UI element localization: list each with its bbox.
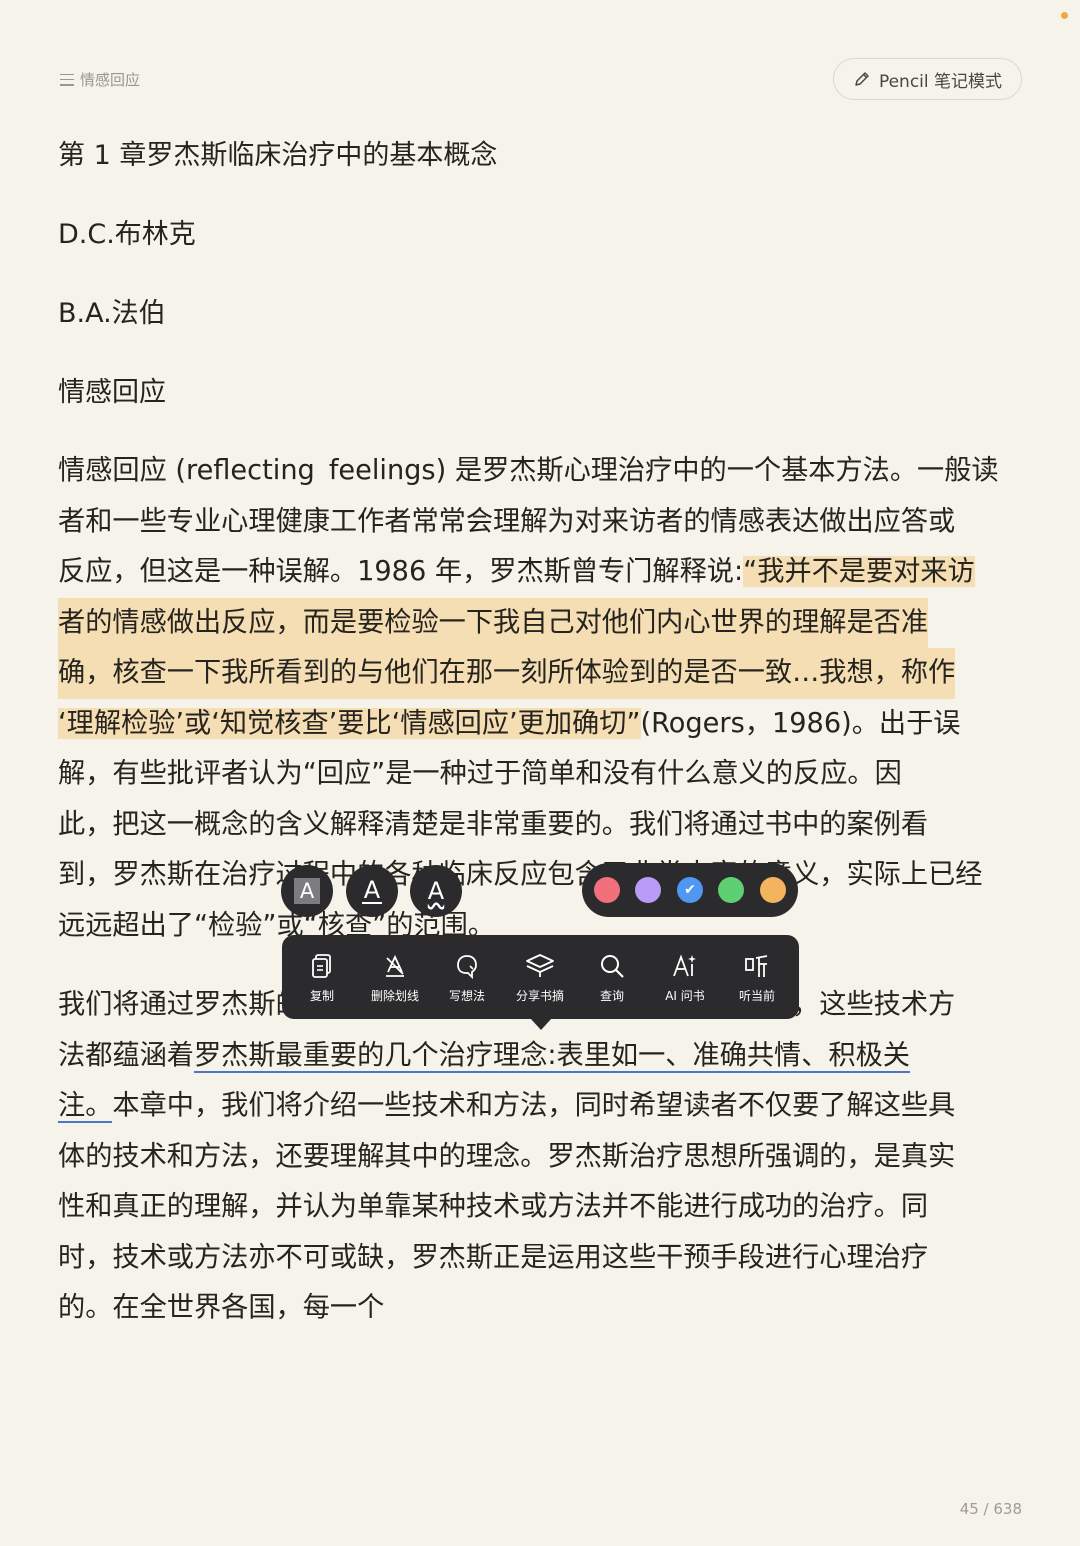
color-palette: ✔ bbox=[582, 863, 798, 917]
listen-icon bbox=[742, 951, 772, 981]
author-line-1: D.C.布林克 bbox=[58, 219, 196, 250]
thought-bubble-icon bbox=[452, 951, 482, 981]
text-line[interactable]: 情感回应 (reflecting feelings) 是罗杰斯心理治疗中的一个基本… bbox=[58, 446, 1016, 497]
underline-style-icon: A bbox=[361, 876, 383, 904]
highlighted-text: 者的情感做出反应，而是要检验一下我自己对他们内心世界的理解是否准 bbox=[58, 597, 929, 648]
toolbar-pointer bbox=[530, 1018, 552, 1030]
text-line[interactable]: 注。本章中，我们将介绍一些技术和方法，同时希望读者不仅要了解这些具 bbox=[58, 1081, 1016, 1132]
color-swatch-purple[interactable] bbox=[635, 877, 661, 903]
delete-underline-icon bbox=[380, 951, 410, 981]
text-line[interactable]: 的。在全世界各国，每一个 bbox=[58, 1283, 1016, 1334]
text-line[interactable]: 体的技术和方法，还要理解其中的理念。罗杰斯治疗思想所强调的，是真实 bbox=[58, 1132, 1016, 1183]
underlined-text: 注。 bbox=[58, 1090, 113, 1123]
wavy-underline-style-icon: A bbox=[427, 877, 445, 905]
search-icon bbox=[597, 951, 627, 981]
author-line-2: B.A.法伯 bbox=[58, 298, 166, 329]
write-idea-button[interactable]: 写想法 bbox=[431, 935, 503, 1019]
color-swatch-orange[interactable] bbox=[760, 877, 786, 903]
pencil-icon bbox=[855, 72, 869, 86]
color-swatch-red[interactable] bbox=[594, 877, 620, 903]
text-line[interactable]: 性和真正的理解，并认为单靠某种技术或方法并不能进行成功的治疗。同 bbox=[58, 1182, 1016, 1233]
share-excerpt-button[interactable]: 分享书摘 bbox=[504, 935, 576, 1019]
color-swatch-blue[interactable]: ✔ bbox=[677, 877, 703, 903]
highlight-style-button[interactable]: A bbox=[281, 865, 333, 917]
ai-ask-button[interactable]: AI 问书 bbox=[649, 935, 721, 1019]
highlighted-text: “我并不是要对来访 bbox=[743, 556, 975, 587]
delete-underline-button[interactable]: 删除划线 bbox=[359, 935, 431, 1019]
chapter-title: 第 1 章罗杰斯临床治疗中的基本概念 bbox=[58, 140, 498, 171]
copy-icon bbox=[307, 951, 337, 981]
text-line[interactable]: 时，技术或方法亦不可或缺，罗杰斯正是运用这些干预手段进行心理治疗 bbox=[58, 1233, 1016, 1284]
underlined-text: 罗杰斯最重要的几个治疗理念:表里如一、准确共情、积极关 bbox=[193, 1039, 910, 1073]
text-line[interactable]: 解，有些批评者认为“回应”是一种过于简单和没有什么意义的反应。因 bbox=[58, 749, 1016, 800]
page-number: 45 / 638 bbox=[959, 1500, 1022, 1518]
ai-sparkle-icon bbox=[670, 951, 700, 981]
text-line[interactable]: 者的情感做出反应，而是要检验一下我自己对他们内心世界的理解是否准 bbox=[58, 597, 1016, 648]
lookup-button[interactable]: 查询 bbox=[576, 935, 648, 1019]
wavy-underline-style-button[interactable]: A bbox=[410, 865, 462, 917]
text-line[interactable]: 此，把这一概念的含义解释清楚是非常重要的。我们将通过书中的案例看 bbox=[58, 800, 1016, 851]
copy-button[interactable]: 复制 bbox=[286, 935, 358, 1019]
text-line[interactable]: 者和一些专业心理健康工作者常常会理解为对来访者的情感表达做出应答或 bbox=[58, 497, 1016, 548]
color-swatch-green[interactable] bbox=[718, 877, 744, 903]
highlight-style-icon: A bbox=[294, 878, 320, 904]
share-icon bbox=[525, 951, 555, 981]
status-dot bbox=[1061, 12, 1068, 19]
section-heading: 情感回应 bbox=[58, 377, 166, 408]
listen-button[interactable]: 听当前 bbox=[721, 935, 793, 1019]
selection-toolbar: 复制 删除划线 写想法 分享书摘 查询 AI 问书 听当前 bbox=[282, 935, 799, 1019]
pencil-mode-label: Pencil 笔记模式 bbox=[878, 71, 1003, 92]
paragraph-1: 情感回应 (reflecting feelings) 是罗杰斯心理治疗中的一个基本… bbox=[58, 446, 1016, 951]
highlighted-text: ‘理解检验’或‘知觉核查’要比‘情感回应’更加确切” bbox=[58, 707, 641, 739]
underline-style-button[interactable]: A bbox=[346, 865, 398, 917]
chapter-label: 情感回应 bbox=[80, 71, 141, 89]
text-line[interactable]: 确，核查一下我所看到的与他们在那一刻所体验到的是否一致…我想，称作 bbox=[58, 648, 1016, 699]
text-line[interactable]: 反应，但这是一种误解。1986 年，罗杰斯曾专门解释说:“我并不是要对来访 bbox=[58, 547, 1016, 598]
text-line[interactable]: 到，罗杰斯在治疗过程中的各种临床反应包含了非常丰富的意义，实际上已经 bbox=[58, 850, 1016, 901]
menu-icon bbox=[60, 73, 74, 86]
check-icon: ✔ bbox=[684, 882, 696, 898]
highlighted-text: 确，核查一下我所看到的与他们在那一刻所体验到的是否一致…我想，称作 bbox=[58, 648, 956, 699]
text-line[interactable]: 法都蕴涵着罗杰斯最重要的几个治疗理念:表里如一、准确共情、积极关 bbox=[58, 1031, 1016, 1082]
text-line[interactable]: ‘理解检验’或‘知觉核查’要比‘情感回应’更加确切”(Rogers，1986)。… bbox=[58, 699, 1016, 750]
chapter-menu[interactable]: 情感回应 bbox=[60, 69, 140, 90]
pencil-mode-button[interactable]: Pencil 笔记模式 bbox=[833, 58, 1022, 100]
paragraph-2: 我们将通过罗杰斯的治疗实例来说明罗杰斯的一些技术和概念，这些技术方 法都蕴涵着罗… bbox=[58, 980, 1016, 1334]
